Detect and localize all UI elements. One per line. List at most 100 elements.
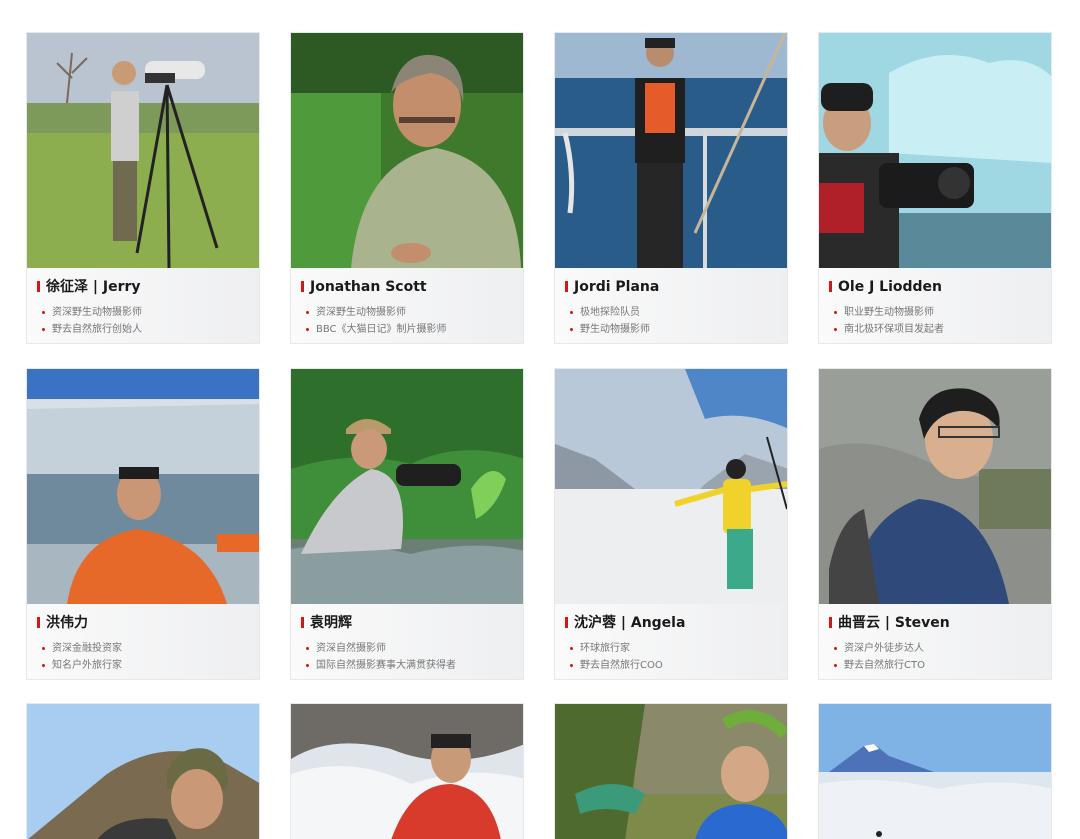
mentor-name-text: 洪伟力 — [46, 615, 88, 631]
desc-text: 职业野生动物摄影师 — [844, 307, 934, 318]
desc-item: 南北极环保项目发起者 — [834, 321, 944, 338]
bullet-icon — [42, 311, 45, 314]
accent-bar — [37, 617, 40, 628]
bullet-icon — [306, 664, 309, 667]
mentor-desc: 资深金融投资家 知名户外旅行家 — [42, 640, 122, 674]
mentor-card[interactable]: 袁明辉 资深自然摄影师 国际自然摄影赛事大满贯获得者 — [290, 368, 524, 680]
mentor-desc: 资深野生动物摄影师 野去自然旅行创始人 — [42, 304, 142, 338]
mentor-name-text: Jonathan Scott — [310, 279, 427, 295]
desc-item: 职业野生动物摄影师 — [834, 304, 944, 321]
mentor-photo[interactable] — [291, 33, 523, 268]
desc-item: 资深自然摄影师 — [306, 640, 456, 657]
desc-text: 环球旅行家 — [580, 643, 630, 654]
mentor-card[interactable]: 曲晋云 | Steven 资深户外徒步达人 野去自然旅行CTO — [818, 368, 1052, 680]
desc-text: 资深自然摄影师 — [316, 643, 386, 654]
bullet-icon — [570, 647, 573, 650]
bullet-icon — [570, 328, 573, 331]
bullet-icon — [306, 647, 309, 650]
desc-item: 国际自然摄影赛事大满贯获得者 — [306, 657, 456, 674]
desc-item: 环球旅行家 — [570, 640, 663, 657]
mentor-name: 洪伟力 — [37, 614, 88, 632]
desc-item: 极地探险队员 — [570, 304, 650, 321]
desc-text: 野去自然旅行COO — [580, 660, 663, 671]
accent-bar — [301, 617, 304, 628]
mentor-name-text: 袁明辉 — [310, 615, 352, 631]
desc-text: 野去自然旅行CTO — [844, 660, 925, 671]
mentor-name-text: 曲晋云 | Steven — [838, 615, 950, 631]
desc-text: 资深户外徒步达人 — [844, 643, 924, 654]
mentor-info: Jonathan Scott 资深野生动物摄影师 BBC《大猫日记》制片摄影师 — [291, 268, 523, 343]
bullet-icon — [834, 311, 837, 314]
mentor-photo[interactable] — [27, 33, 259, 268]
mentor-photo[interactable] — [819, 704, 1051, 839]
mentor-photo[interactable] — [819, 33, 1051, 268]
mentor-photo[interactable] — [291, 369, 523, 604]
mentor-name: 徐征泽 | Jerry — [37, 278, 141, 296]
mentor-card[interactable] — [554, 703, 788, 839]
mentor-card[interactable]: Jonathan Scott 资深野生动物摄影师 BBC《大猫日记》制片摄影师 — [290, 32, 524, 344]
desc-text: 资深野生动物摄影师 — [52, 307, 142, 318]
mentor-desc: 资深自然摄影师 国际自然摄影赛事大满贯获得者 — [306, 640, 456, 674]
bullet-icon — [306, 328, 309, 331]
mentor-desc: 职业野生动物摄影师 南北极环保项目发起者 — [834, 304, 944, 338]
desc-item: 资深金融投资家 — [42, 640, 122, 657]
mentor-photo[interactable] — [819, 369, 1051, 604]
desc-text: 国际自然摄影赛事大满贯获得者 — [316, 660, 456, 671]
mentor-info: 袁明辉 资深自然摄影师 国际自然摄影赛事大满贯获得者 — [291, 604, 523, 679]
mentor-info: 沈沪蓉 | Angela 环球旅行家 野去自然旅行COO — [555, 604, 787, 679]
mentor-card[interactable] — [818, 703, 1052, 839]
mentor-desc: 环球旅行家 野去自然旅行COO — [570, 640, 663, 674]
mentor-name-text: Ole J Liodden — [838, 279, 942, 295]
desc-item: 资深户外徒步达人 — [834, 640, 925, 657]
desc-text: 资深金融投资家 — [52, 643, 122, 654]
mentor-card[interactable]: 洪伟力 资深金融投资家 知名户外旅行家 — [26, 368, 260, 680]
mentor-card[interactable]: 徐征泽 | Jerry 资深野生动物摄影师 野去自然旅行创始人 — [26, 32, 260, 344]
desc-item: 野去自然旅行创始人 — [42, 321, 142, 338]
mentor-photo[interactable] — [27, 369, 259, 604]
accent-bar — [37, 281, 40, 292]
mentor-name: 沈沪蓉 | Angela — [565, 614, 685, 632]
mentor-photo[interactable] — [555, 704, 787, 839]
mentor-info: 洪伟力 资深金融投资家 知名户外旅行家 — [27, 604, 259, 679]
mentor-name-text: 沈沪蓉 | Angela — [574, 615, 686, 631]
mentor-name: 曲晋云 | Steven — [829, 614, 950, 632]
desc-text: 知名户外旅行家 — [52, 660, 122, 671]
bullet-icon — [42, 647, 45, 650]
mentor-info: Jordi Plana 极地探险队员 野生动物摄影师 — [555, 268, 787, 343]
accent-bar — [829, 281, 832, 292]
desc-text: 极地探险队员 — [580, 307, 640, 318]
mentor-card[interactable]: Jordi Plana 极地探险队员 野生动物摄影师 — [554, 32, 788, 344]
accent-bar — [565, 617, 568, 628]
mentor-desc: 资深野生动物摄影师 BBC《大猫日记》制片摄影师 — [306, 304, 447, 338]
bullet-icon — [570, 664, 573, 667]
desc-item: 知名户外旅行家 — [42, 657, 122, 674]
bullet-icon — [834, 664, 837, 667]
mentor-card[interactable]: 沈沪蓉 | Angela 环球旅行家 野去自然旅行COO — [554, 368, 788, 680]
accent-bar — [829, 617, 832, 628]
mentor-info: 曲晋云 | Steven 资深户外徒步达人 野去自然旅行CTO — [819, 604, 1051, 679]
desc-item: 野去自然旅行COO — [570, 657, 663, 674]
desc-item: 野去自然旅行CTO — [834, 657, 925, 674]
mentor-photo[interactable] — [555, 33, 787, 268]
mentor-photo[interactable] — [27, 704, 259, 839]
desc-item: 野生动物摄影师 — [570, 321, 650, 338]
mentor-name-text: Jordi Plana — [574, 279, 660, 295]
mentor-photo[interactable] — [555, 369, 787, 604]
bullet-icon — [42, 328, 45, 331]
bullet-icon — [42, 664, 45, 667]
desc-item: 资深野生动物摄影师 — [42, 304, 142, 321]
bullet-icon — [570, 311, 573, 314]
mentor-card[interactable]: Ole J Liodden 职业野生动物摄影师 南北极环保项目发起者 — [818, 32, 1052, 344]
mentor-card[interactable] — [290, 703, 524, 839]
mentor-name: Jordi Plana — [565, 278, 659, 296]
mentor-card[interactable] — [26, 703, 260, 839]
mentor-grid: 徐征泽 | Jerry 资深野生动物摄影师 野去自然旅行创始人 Jonathan… — [0, 0, 1080, 839]
mentor-name-text: 徐征泽 | Jerry — [46, 279, 141, 295]
mentor-name: 袁明辉 — [301, 614, 352, 632]
mentor-photo[interactable] — [291, 704, 523, 839]
desc-text: 南北极环保项目发起者 — [844, 324, 944, 335]
bullet-icon — [834, 328, 837, 331]
mentor-name: Ole J Liodden — [829, 278, 942, 296]
accent-bar — [301, 281, 304, 292]
bullet-icon — [306, 311, 309, 314]
